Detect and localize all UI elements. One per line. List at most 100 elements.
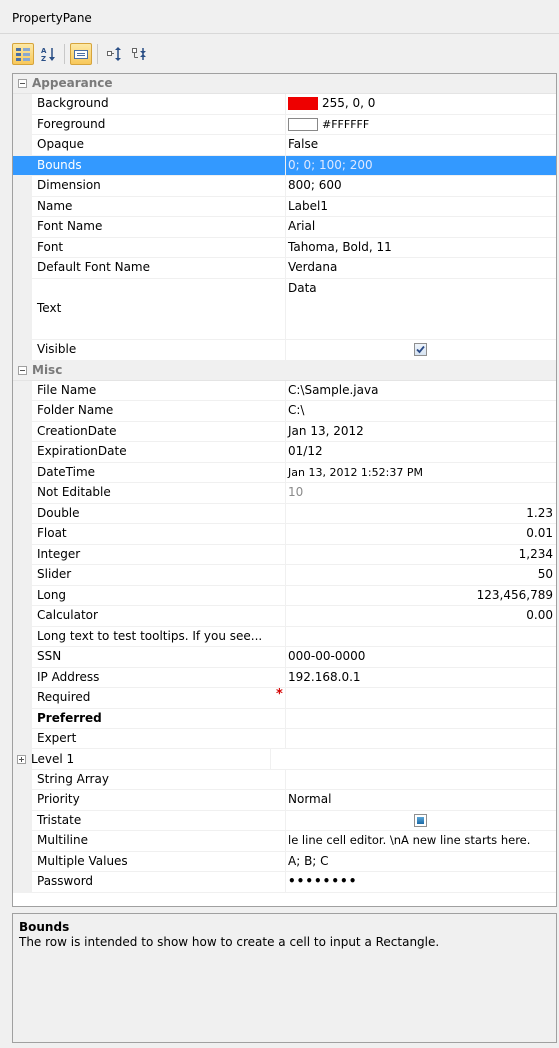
property-value[interactable]: 123,456,789 [286,586,556,605]
property-row-multiline[interactable]: Multiline le line cell editor. \nA new l… [13,831,556,852]
property-value[interactable]: Jan 13, 2012 [286,422,556,441]
property-row-name[interactable]: Name Label1 [13,196,556,218]
property-name: Multiline [32,831,286,851]
property-row-font[interactable]: Font Tahoma, Bold, 11 [13,237,556,259]
property-row-font-name[interactable]: Font Name Arial [13,217,556,238]
property-row-bounds[interactable]: Bounds 0; 0; 100; 200 [13,155,556,177]
property-value[interactable] [271,749,556,768]
property-value[interactable]: 800; 600 [286,176,556,195]
property-row-dimension[interactable]: Dimension 800; 600 [13,176,556,197]
property-row-priority[interactable]: Priority Normal [13,790,556,811]
property-row-background[interactable]: Background 255, 0, 0 [13,94,556,115]
property-row-file-name[interactable]: File Name C:\Sample.java [13,381,556,402]
property-row-visible[interactable]: Visible [13,340,556,361]
property-value[interactable]: 192.168.0.1 [286,668,556,687]
property-value[interactable] [286,729,556,748]
property-row-ip-address[interactable]: IP Address 192.168.0.1 [13,667,556,689]
property-value[interactable]: 0.01 [286,524,556,543]
expand-all-button[interactable] [103,43,125,65]
property-value[interactable]: Arial [286,217,556,236]
property-value[interactable]: Tahoma, Bold, 11 [286,238,556,257]
property-grid: Appearance Background 255, 0, 0 Foregrou… [12,73,557,907]
property-name: Foreground [32,114,286,135]
property-row-creation-date[interactable]: CreationDate Jan 13, 2012 [13,421,556,443]
property-row-multiple-values[interactable]: Multiple Values A; B; C [13,851,556,873]
property-name: Slider [32,565,286,585]
property-value[interactable] [286,340,556,359]
sort-alphabetical-button[interactable]: A Z [37,43,59,65]
category-appearance[interactable]: Appearance [13,74,556,95]
property-row-expiration-date[interactable]: ExpirationDate 01/12 [13,442,556,463]
property-value[interactable]: 0; 0; 100; 200 [286,156,556,175]
property-value[interactable]: #FFFFFF [286,115,556,134]
property-value[interactable] [286,811,556,830]
property-row-long-text[interactable]: Long text to test tooltips. If you see..… [13,626,556,648]
property-row-double[interactable]: Double 1.23 [13,503,556,525]
color-swatch-icon [288,117,318,131]
property-value[interactable] [286,709,556,728]
property-row-preferred[interactable]: Preferred [13,708,556,729]
property-row-not-editable: Not Editable 10 [13,483,556,504]
property-row-text[interactable]: Text Data [13,278,556,341]
property-value[interactable]: Jan 13, 2012 1:52:37 PM [286,463,556,482]
category-label: Misc [32,362,63,377]
property-value[interactable]: False [286,135,556,154]
property-row-foreground[interactable]: Foreground #FFFFFF [13,114,556,136]
property-row-required[interactable]: Required * [13,687,556,709]
property-value[interactable]: 50 [286,565,556,584]
property-value[interactable]: A; B; C [286,852,556,871]
property-name: Text [32,278,286,340]
expand-icon[interactable] [17,754,26,764]
property-row-integer[interactable]: Integer 1,234 [13,544,556,566]
property-name: Priority [32,790,286,810]
property-row-ssn[interactable]: SSN 000-00-0000 [13,647,556,668]
property-row-default-font-name[interactable]: Default Font Name Verdana [13,258,556,279]
property-value[interactable]: 1.23 [286,504,556,523]
property-name: Double [32,503,286,524]
property-name: Multiple Values [32,851,286,872]
toolbar-separator [97,44,98,64]
property-row-calculator[interactable]: Calculator 0.00 [13,606,556,627]
property-value[interactable]: 255, 0, 0 [286,94,556,113]
svg-text:Z: Z [41,55,46,62]
visible-checkbox[interactable] [414,343,427,357]
property-value[interactable]: C:\ [286,401,556,420]
property-value[interactable]: Label1 [286,197,556,216]
property-value[interactable]: Verdana [286,258,556,277]
property-row-folder-name[interactable]: Folder Name C:\ [13,401,556,422]
property-row-slider[interactable]: Slider 50 [13,565,556,586]
property-row-float[interactable]: Float 0.01 [13,524,556,545]
property-value[interactable]: C:\Sample.java [286,381,556,400]
property-row-expert[interactable]: Expert [13,728,556,750]
property-value[interactable]: Normal [286,790,556,809]
property-value[interactable] [286,627,556,646]
description-toggle-button[interactable] [70,43,92,65]
property-value[interactable]: Data [286,279,556,339]
categorized-button[interactable] [12,43,34,65]
tristate-checkbox[interactable] [414,814,427,828]
description-text: The row is intended to show how to creat… [19,935,440,949]
property-value[interactable]: 1,234 [286,545,556,564]
property-row-datetime[interactable]: DateTime Jan 13, 2012 1:52:37 PM [13,462,556,484]
property-value[interactable]: •••••••• [286,872,556,891]
property-row-level-1[interactable]: Level 1 [13,749,556,770]
property-row-string-array[interactable]: String Array [13,769,556,791]
property-value[interactable]: le line cell editor. \nA new line starts… [286,831,556,850]
property-row-long[interactable]: Long 123,456,789 [13,585,556,607]
property-row-tristate[interactable]: Tristate [13,810,556,832]
collapse-icon[interactable] [18,365,27,375]
property-name: Level 1 [17,749,271,769]
property-value[interactable]: 0.00 [286,606,556,625]
property-row-password[interactable]: Password •••••••• [13,872,556,893]
property-name: Integer [32,544,286,565]
property-value[interactable]: 01/12 [286,442,556,461]
svg-text:A: A [41,47,47,55]
property-value[interactable] [286,688,556,707]
property-name: Expert [32,728,286,749]
category-misc[interactable]: Misc [13,360,556,382]
property-value[interactable] [286,770,556,789]
property-row-opaque[interactable]: Opaque False [13,135,556,156]
collapse-icon[interactable] [18,79,27,89]
property-value[interactable]: 000-00-0000 [286,647,556,666]
collapse-all-button[interactable] [128,43,150,65]
